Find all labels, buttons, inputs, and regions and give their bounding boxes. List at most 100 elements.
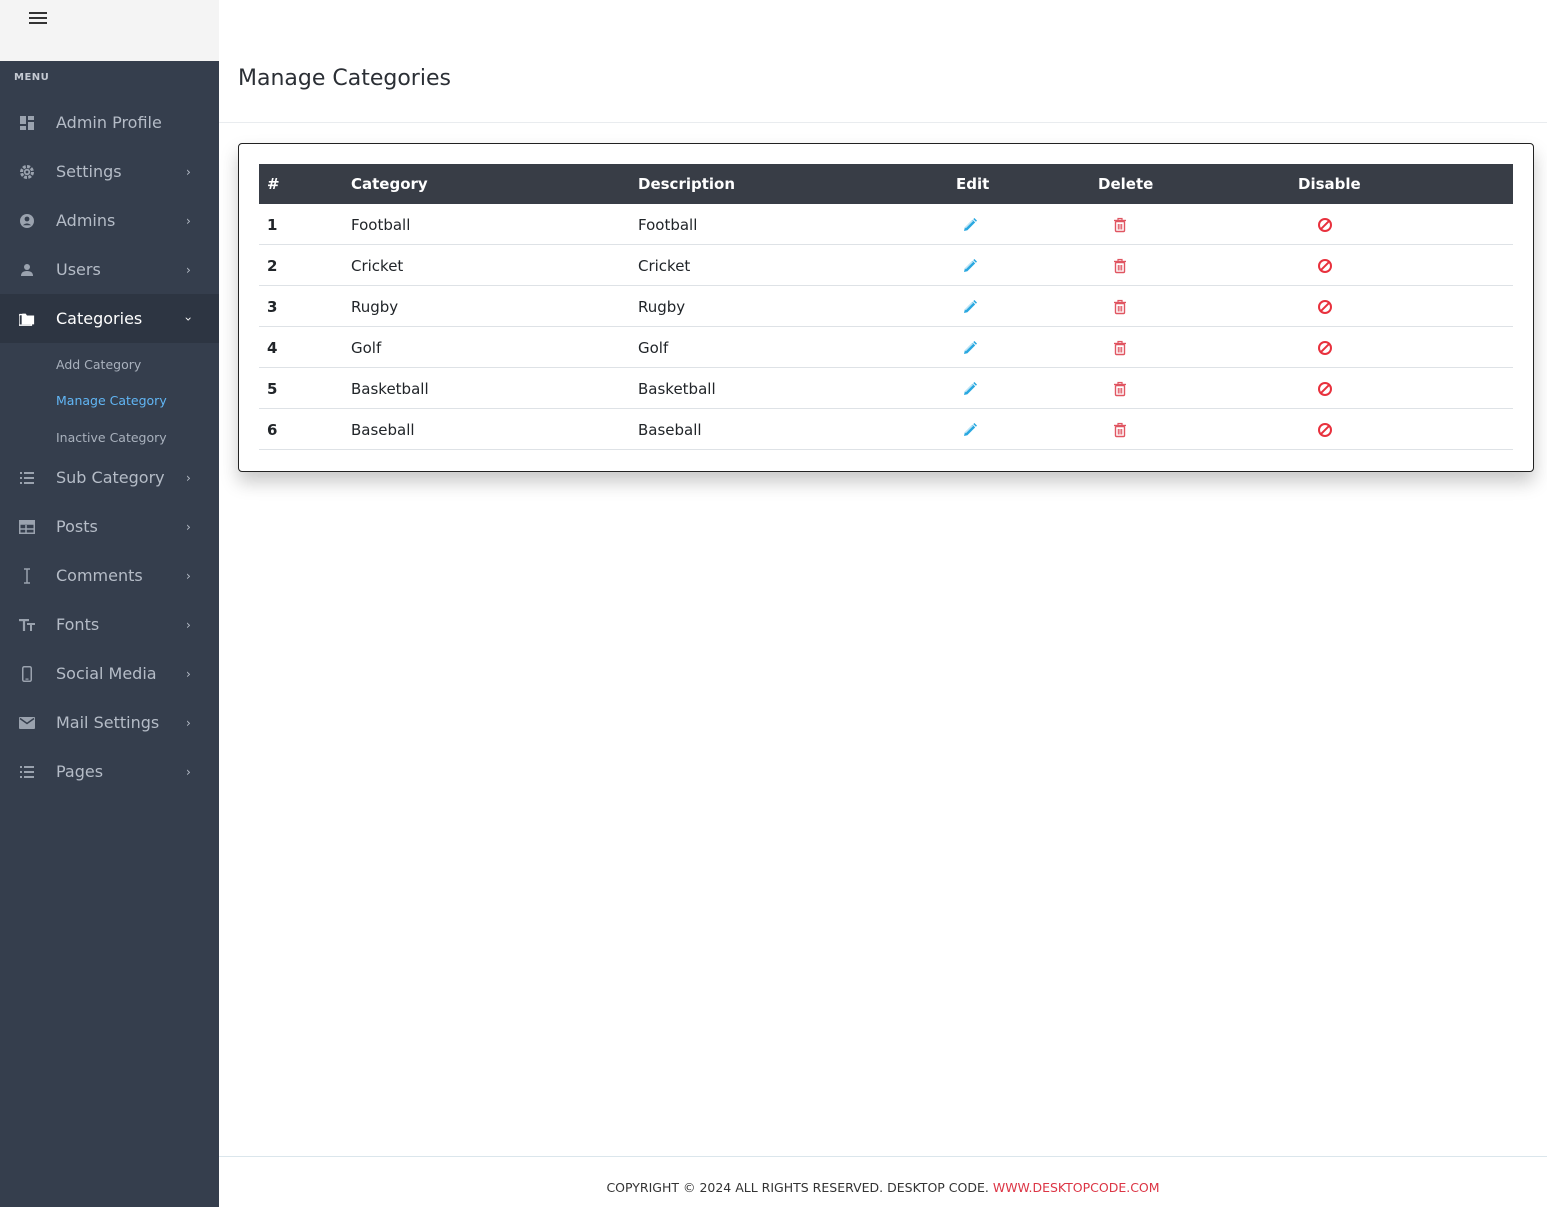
delete-icon[interactable] [1112, 258, 1128, 274]
edit-icon[interactable] [962, 299, 978, 315]
sidebar-header [0, 0, 219, 61]
footer-divider [219, 1156, 1547, 1157]
row-description: Football [638, 216, 698, 234]
edit-icon[interactable] [962, 381, 978, 397]
row-description: Golf [638, 339, 669, 357]
menu-section-label: MENU [14, 72, 50, 83]
delete-icon[interactable] [1112, 217, 1128, 233]
sidebar-item-sub-category[interactable]: Sub Category › [0, 453, 219, 502]
chevron-right-icon: › [186, 764, 191, 779]
sidebar-item-label: Settings [56, 162, 122, 181]
sidebar-item-users[interactable]: Users › [0, 245, 219, 294]
row-number: 2 [267, 257, 278, 275]
sidebar-item-pages[interactable]: Pages › [0, 747, 219, 796]
chevron-down-icon: › [181, 316, 196, 321]
column-header-delete: Delete [1098, 175, 1154, 193]
account-circle-icon [19, 213, 35, 229]
title-divider [219, 122, 1547, 123]
table-body: 1 Football Football 2 Cricket Cricket 3 Rugby Ru… [259, 204, 1513, 450]
list-icon [19, 764, 35, 780]
sidebar-item-comments[interactable]: Comments › [0, 551, 219, 600]
chevron-right-icon: › [186, 666, 191, 681]
disable-icon[interactable] [1317, 258, 1333, 274]
sidebar-item-label: Posts [56, 517, 98, 536]
disable-icon[interactable] [1317, 299, 1333, 315]
delete-icon[interactable] [1112, 422, 1128, 438]
column-header-description: Description [638, 175, 736, 193]
chevron-right-icon: › [186, 568, 191, 583]
row-description: Rugby [638, 298, 686, 316]
chevron-right-icon: › [186, 213, 191, 228]
sidebar: MENU Admin Profile Settings › Admins › U… [0, 0, 219, 1207]
edit-icon[interactable] [962, 217, 978, 233]
table-row: 6 Baseball Baseball [259, 409, 1513, 450]
sidebar-item-label: Users [56, 260, 101, 279]
disable-icon[interactable] [1317, 340, 1333, 356]
delete-icon[interactable] [1112, 299, 1128, 315]
submenu-item-add-category[interactable]: Add Category [56, 357, 141, 372]
submenu-item-inactive-category[interactable]: Inactive Category [56, 430, 167, 445]
footer-link[interactable]: WWW.DESKTOPCODE.COM [993, 1180, 1160, 1195]
row-category: Basketball [351, 380, 429, 398]
sidebar-item-admins[interactable]: Admins › [0, 196, 219, 245]
delete-icon[interactable] [1112, 381, 1128, 397]
sidebar-item-label: Social Media [56, 664, 157, 683]
chevron-right-icon: › [186, 470, 191, 485]
disable-icon[interactable] [1317, 217, 1333, 233]
table-header: # Category Description Edit Delete Disab… [259, 164, 1513, 204]
submenu-item-manage-category[interactable]: Manage Category [56, 393, 167, 408]
row-category: Cricket [351, 257, 404, 275]
sidebar-item-posts[interactable]: Posts › [0, 502, 219, 551]
sidebar-item-label: Admin Profile [56, 113, 162, 132]
sidebar-item-label: Sub Category [56, 468, 165, 487]
row-category: Baseball [351, 421, 415, 439]
person-icon [19, 262, 35, 278]
row-number: 4 [267, 339, 278, 357]
row-number: 3 [267, 298, 278, 316]
chevron-right-icon: › [186, 262, 191, 277]
list-icon [19, 470, 35, 486]
sidebar-item-settings[interactable]: Settings › [0, 147, 219, 196]
table-icon [19, 519, 35, 535]
row-number: 1 [267, 216, 278, 234]
row-description: Basketball [638, 380, 716, 398]
categories-card: # Category Description Edit Delete Disab… [238, 143, 1534, 472]
row-description: Cricket [638, 257, 691, 275]
table-row: 5 Basketball Basketball [259, 368, 1513, 409]
sidebar-nav: Admin Profile Settings › Admins › Users … [0, 98, 219, 796]
row-description: Baseball [638, 421, 702, 439]
gear-icon [19, 164, 35, 180]
chevron-right-icon: › [186, 519, 191, 534]
text-cursor-icon [19, 567, 35, 584]
phone-icon [19, 665, 35, 682]
sidebar-item-label: Admins [56, 211, 116, 230]
mail-icon [19, 715, 35, 731]
font-size-icon [19, 617, 35, 633]
sidebar-item-mail-settings[interactable]: Mail Settings › [0, 698, 219, 747]
row-number: 5 [267, 380, 278, 398]
sidebar-item-label: Comments [56, 566, 143, 585]
sidebar-item-fonts[interactable]: Fonts › [0, 600, 219, 649]
sidebar-item-categories[interactable]: Categories › [0, 294, 219, 343]
footer: COPYRIGHT © 2024 ALL RIGHTS RESERVED. DE… [219, 1180, 1547, 1195]
column-header-number: # [267, 175, 280, 193]
sidebar-item-social-media[interactable]: Social Media › [0, 649, 219, 698]
page-title: Manage Categories [238, 66, 451, 91]
edit-icon[interactable] [962, 422, 978, 438]
sidebar-item-admin-profile[interactable]: Admin Profile [0, 98, 219, 147]
row-category: Rugby [351, 298, 399, 316]
dashboard-icon [19, 115, 35, 131]
chevron-right-icon: › [186, 715, 191, 730]
sidebar-item-label: Mail Settings [56, 713, 160, 732]
disable-icon[interactable] [1317, 381, 1333, 397]
edit-icon[interactable] [962, 340, 978, 356]
hamburger-menu-icon[interactable] [29, 12, 47, 26]
edit-icon[interactable] [962, 258, 978, 274]
column-header-category: Category [351, 175, 428, 193]
sidebar-item-label: Pages [56, 762, 104, 781]
categories-submenu: Add Category Manage Category Inactive Ca… [0, 343, 219, 453]
delete-icon[interactable] [1112, 340, 1128, 356]
row-number: 6 [267, 421, 278, 439]
sidebar-item-label: Fonts [56, 615, 100, 634]
disable-icon[interactable] [1317, 422, 1333, 438]
